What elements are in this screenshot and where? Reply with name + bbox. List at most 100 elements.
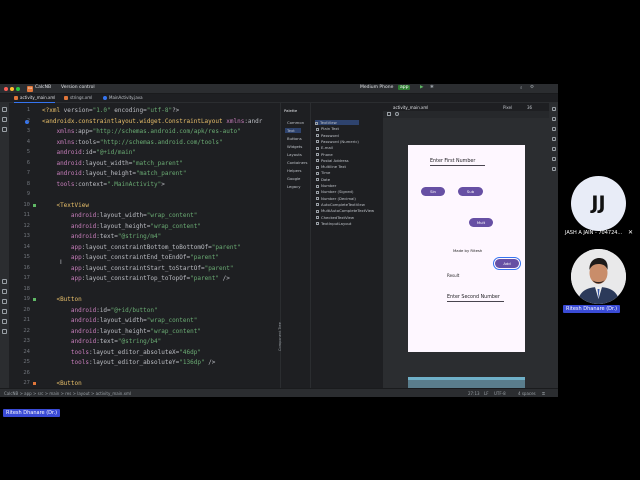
zoom-in-icon[interactable] bbox=[552, 157, 556, 161]
palette-item[interactable]: Phone bbox=[316, 152, 333, 157]
code-line[interactable]: xmlns:app="http://schemas.android.com/ap… bbox=[42, 128, 240, 135]
palette-item[interactable]: TextInputLayout bbox=[316, 221, 351, 226]
palette-item[interactable]: Multiline Text bbox=[316, 164, 346, 169]
debug-icon[interactable]: ✱ bbox=[430, 85, 434, 90]
palette-item[interactable]: Date bbox=[316, 177, 330, 182]
tab-main-activity[interactable]: MainActivity.java bbox=[103, 95, 143, 103]
commit-tool-icon[interactable] bbox=[2, 117, 7, 122]
notifications-icon[interactable] bbox=[552, 107, 556, 111]
code-line[interactable]: <?xml version="1.0" encoding="utf-8"?> bbox=[42, 107, 179, 114]
run-icon[interactable]: ▶ bbox=[420, 85, 423, 90]
sub-button[interactable]: Sub bbox=[458, 187, 483, 196]
zoom-out-icon[interactable] bbox=[552, 167, 556, 171]
gutter-marker-icon[interactable] bbox=[33, 382, 36, 385]
logcat-icon[interactable] bbox=[2, 289, 7, 294]
run-tool-icon[interactable] bbox=[2, 329, 7, 334]
first-number-field[interactable]: Enter First Number bbox=[430, 159, 485, 166]
structure-tool-icon[interactable] bbox=[2, 127, 7, 132]
phone-preview[interactable]: Enter First Number Sin Sub Mult Made by … bbox=[408, 145, 525, 352]
blueprint-icon[interactable] bbox=[395, 112, 399, 116]
sin-button[interactable]: Sin bbox=[421, 187, 445, 196]
file-encoding[interactable]: UTF-8 bbox=[494, 391, 506, 396]
mult-button[interactable]: Mult bbox=[469, 218, 493, 227]
palette-category-legacy[interactable]: Legacy bbox=[287, 184, 300, 189]
tab-strings[interactable]: strings.xml bbox=[64, 95, 92, 103]
build-variants-icon[interactable] bbox=[2, 279, 7, 284]
palette-category-buttons[interactable]: Buttons bbox=[287, 136, 302, 141]
code-line[interactable]: tools:context=".MainActivity"> bbox=[42, 181, 164, 188]
code-line[interactable]: android:text="@string/m4" bbox=[42, 233, 161, 240]
design-canvas[interactable]: activity_main.xml Pixel 36 Enter First N… bbox=[383, 103, 549, 388]
project-tool-icon[interactable] bbox=[2, 107, 7, 112]
gradle-icon[interactable] bbox=[552, 117, 556, 121]
code-line[interactable]: app:layout_constraintTop_toTopOf="parent… bbox=[42, 275, 230, 282]
code-line[interactable]: android:id="@+id/button" bbox=[42, 307, 158, 314]
breadcrumb[interactable]: CalcNB > app > src > main > res > layout… bbox=[4, 391, 131, 396]
palette-item[interactable]: Password (Numeric) bbox=[316, 139, 359, 144]
palette-category-helpers[interactable]: Helpers bbox=[287, 168, 302, 173]
add-button[interactable]: Add bbox=[493, 257, 521, 270]
palette-category-layouts[interactable]: Layouts bbox=[287, 152, 302, 157]
search-icon[interactable]: ⌕ bbox=[520, 85, 523, 91]
emulator-icon[interactable] bbox=[552, 137, 556, 141]
indent-setting[interactable]: 4 spaces bbox=[518, 391, 536, 396]
problems-icon[interactable] bbox=[2, 309, 7, 314]
code-line[interactable]: app:layout_constraintBottom_toBottomOf="… bbox=[42, 244, 241, 251]
code-line[interactable]: <androidx.constraintlayout.widget.Constr… bbox=[42, 118, 262, 125]
code-line[interactable]: tools:layout_editor_absoluteY="136dp" /> bbox=[42, 359, 216, 366]
second-number-field[interactable]: Enter Second Number bbox=[447, 295, 504, 302]
palette-item[interactable]: Plain Text bbox=[316, 126, 339, 131]
code-line[interactable]: android:text="@string/b4" bbox=[42, 338, 161, 345]
code-line[interactable]: xmlns:tools="http://schemas.android.com/… bbox=[42, 139, 222, 146]
caret-position[interactable]: 27:13 bbox=[468, 391, 480, 396]
terminal-icon[interactable] bbox=[2, 299, 7, 304]
device-manager-icon[interactable] bbox=[552, 127, 556, 131]
device-selector[interactable]: Medium Phone bbox=[360, 85, 393, 90]
palette-item[interactable]: Password bbox=[316, 133, 339, 138]
minimize-window-icon[interactable] bbox=[10, 87, 14, 91]
code-line[interactable]: android:layout_height="match_parent" bbox=[42, 170, 186, 177]
palette-item[interactable]: TextView bbox=[315, 120, 359, 125]
participant-avatar-photo[interactable] bbox=[571, 249, 626, 304]
lock-icon[interactable]: ⚿ bbox=[542, 391, 545, 396]
code-editor[interactable]: 1 2 3 4 5 6 7 8 9 10 11 12 13 14 15 16 17 18 19 20 21 22 23 24 2… bbox=[9, 103, 278, 388]
palette-category-widgets[interactable]: Widgets bbox=[287, 144, 302, 149]
palette-item[interactable]: Postal Address bbox=[316, 158, 349, 163]
tab-activity-main[interactable]: activity_main.xml bbox=[14, 95, 56, 103]
code-line[interactable]: android:layout_height="wrap_content" bbox=[42, 223, 201, 230]
palette-item[interactable]: CheckedTextView bbox=[316, 215, 354, 220]
palette-category-common[interactable]: Common bbox=[287, 120, 304, 125]
palette-item[interactable]: Number bbox=[316, 183, 336, 188]
code-line[interactable]: <Button bbox=[42, 296, 81, 303]
palette-item[interactable]: Time bbox=[316, 170, 330, 175]
palette-item[interactable]: Number (Decimal) bbox=[316, 196, 356, 201]
api-dropdown[interactable]: 36 bbox=[527, 105, 532, 110]
code-line[interactable]: app:layout_constraintStart_toStartOf="pa… bbox=[42, 265, 234, 272]
designer-file-tab[interactable]: activity_main.xml bbox=[393, 105, 428, 110]
version-control-menu[interactable]: Version control bbox=[61, 85, 95, 90]
palette-category-text[interactable]: Text bbox=[285, 128, 301, 133]
code-line[interactable]: android:layout_width="wrap_content" bbox=[42, 317, 197, 324]
palette-item[interactable]: AutoCompleteTextView bbox=[316, 202, 365, 207]
participant-avatar-jj[interactable]: JJ bbox=[571, 176, 626, 231]
run-config-selector[interactable]: app bbox=[398, 85, 411, 90]
gutter-marker-icon[interactable] bbox=[33, 203, 36, 207]
code-line[interactable]: tools:layout_editor_absoluteX="46dp" bbox=[42, 349, 201, 356]
maximize-window-icon[interactable] bbox=[16, 87, 20, 91]
code-line[interactable]: app:layout_constraintEnd_toEndOf="parent… bbox=[42, 254, 219, 261]
code-line[interactable]: android:layout_width="wrap_content" bbox=[42, 212, 197, 219]
palette-item[interactable]: MultiAutoCompleteTextView bbox=[316, 208, 374, 213]
line-separator[interactable]: LF bbox=[484, 391, 489, 396]
close-window-icon[interactable] bbox=[4, 87, 8, 91]
add-icon[interactable] bbox=[552, 147, 556, 151]
palette-item[interactable]: E-mail bbox=[316, 145, 333, 150]
palette-category-google[interactable]: Google bbox=[287, 176, 300, 181]
gutter-marker-icon[interactable] bbox=[33, 298, 36, 301]
code-line[interactable]: android:id="@+id/main" bbox=[42, 149, 136, 156]
version-control-icon[interactable] bbox=[2, 319, 7, 324]
code-line[interactable]: android:layout_width="match_parent" bbox=[42, 160, 182, 167]
component-tree-tab[interactable]: Component Tree bbox=[278, 322, 282, 351]
device-dropdown[interactable]: Pixel bbox=[503, 105, 512, 110]
code-line[interactable]: <TextView bbox=[42, 202, 89, 209]
palette-item[interactable]: Number (Signed) bbox=[316, 189, 353, 194]
